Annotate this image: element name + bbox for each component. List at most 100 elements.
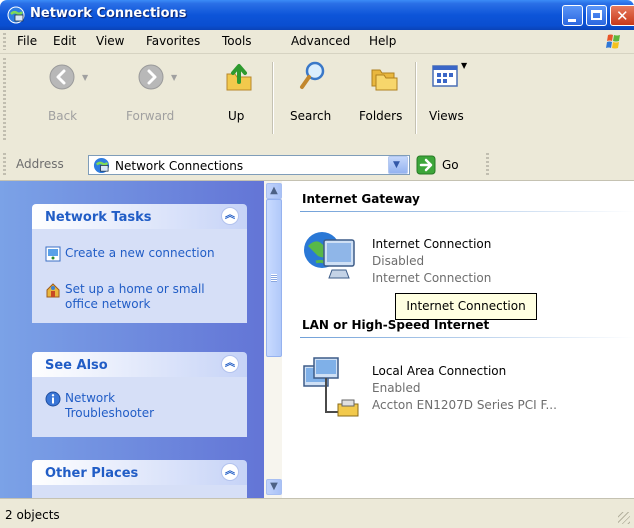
- see-also-header[interactable]: See Also ︽: [32, 352, 247, 377]
- address-dropdown-button[interactable]: ▼: [388, 156, 408, 174]
- network-connections-icon: [93, 157, 110, 174]
- network-connections-icon: [7, 6, 25, 24]
- task-create-connection-label: Create a new connection: [65, 246, 215, 260]
- back-label: Back: [48, 109, 78, 123]
- connection-name: Internet Connection: [372, 237, 492, 251]
- back-button[interactable]: ▼ Back: [48, 60, 110, 136]
- forward-label: Forward: [126, 109, 175, 123]
- task-create-connection[interactable]: Create a new connection: [45, 246, 235, 280]
- see-also-body: Network Troubleshooter: [32, 377, 247, 437]
- collapse-chevron-icon[interactable]: ︽: [221, 355, 239, 373]
- menu-favorites[interactable]: Favorites: [146, 34, 200, 48]
- window-title: Network Connections: [30, 6, 187, 21]
- address-value: Network Connections: [115, 159, 244, 173]
- back-dropdown-icon: ▼: [82, 73, 89, 82]
- info-icon: [45, 391, 61, 407]
- go-button[interactable]: Go: [416, 155, 478, 175]
- standard-toolbar: ▼ Back ▼ Forward Up Search Folders ▼ Vie…: [0, 54, 634, 149]
- menu-help[interactable]: Help: [369, 34, 396, 48]
- menu-tools[interactable]: Tools: [222, 34, 252, 48]
- network-tasks-title: Network Tasks: [45, 210, 152, 225]
- other-places-header[interactable]: Other Places ︽: [32, 460, 247, 485]
- network-tasks-header[interactable]: Network Tasks ︽: [32, 204, 247, 229]
- maximize-icon: [591, 10, 602, 20]
- folders-icon: [371, 69, 398, 91]
- other-places-title: Other Places: [45, 466, 139, 481]
- views-dropdown-icon: ▼: [461, 61, 468, 70]
- new-connection-icon: [45, 246, 61, 262]
- task-home-network[interactable]: Set up a home or small office network: [45, 282, 235, 316]
- chevron-down-icon: ▼: [393, 160, 400, 170]
- scrollbar-thumb[interactable]: [266, 199, 282, 357]
- group-header-internet-gateway: Internet Gateway: [302, 192, 420, 206]
- internet-gateway-icon: [304, 232, 355, 279]
- views-button[interactable]: ▼ Views: [425, 60, 483, 136]
- address-input[interactable]: Network Connections: [88, 155, 410, 175]
- toolbar-separator: [415, 62, 417, 134]
- connection-name: Local Area Connection: [372, 364, 507, 378]
- minimize-icon: [568, 19, 576, 22]
- chevron-up-icon: ▲: [270, 185, 278, 196]
- go-arrow-icon: [416, 155, 436, 175]
- menu-view[interactable]: View: [96, 34, 124, 48]
- views-label: Views: [429, 109, 464, 123]
- search-button[interactable]: Search: [288, 60, 338, 136]
- task-network-troubleshooter-label: Network Troubleshooter: [65, 391, 155, 420]
- folders-label: Folders: [359, 109, 403, 123]
- forward-arrow-icon: [138, 64, 164, 90]
- maximize-button[interactable]: [586, 5, 607, 26]
- windows-logo-icon: [600, 32, 628, 51]
- group-header-lan: LAN or High-Speed Internet: [302, 318, 490, 332]
- menu-edit[interactable]: Edit: [53, 34, 76, 48]
- address-label: Address: [16, 157, 64, 171]
- views-icon: [432, 65, 458, 87]
- forward-button[interactable]: ▼ Forward: [124, 60, 196, 136]
- addressbar-grip[interactable]: [3, 153, 6, 175]
- close-button[interactable]: ✕: [610, 5, 634, 26]
- tooltip: Internet Connection: [395, 293, 537, 320]
- up-label: Up: [228, 109, 245, 123]
- scroll-up-button[interactable]: ▲: [266, 183, 282, 199]
- chevron-down-icon: ▼: [270, 481, 278, 492]
- other-places-panel: Other Places ︽: [32, 460, 247, 498]
- scrollbar-grip-icon: [271, 274, 277, 282]
- up-folder-icon: [226, 64, 252, 91]
- up-button[interactable]: Up: [220, 60, 256, 136]
- addressbar-end-grip: [486, 153, 489, 175]
- menu-advanced[interactable]: Advanced: [291, 34, 350, 48]
- toolbar-grip[interactable]: [3, 58, 6, 142]
- menubar-grip[interactable]: [3, 33, 6, 50]
- see-also-panel: See Also ︽ Network Troubleshooter: [32, 352, 247, 437]
- connection-status: Disabled: [372, 254, 425, 268]
- see-also-title: See Also: [45, 358, 108, 373]
- search-label: Search: [290, 109, 332, 123]
- scroll-down-button[interactable]: ▼: [266, 479, 282, 495]
- collapse-chevron-icon[interactable]: ︽: [221, 207, 239, 225]
- network-tasks-panel: Network Tasks ︽ Create a new connection …: [32, 204, 247, 323]
- connection-status: Enabled: [372, 381, 421, 395]
- connection-detail: Internet Connection: [372, 271, 492, 285]
- task-network-troubleshooter[interactable]: Network Troubleshooter: [45, 391, 235, 425]
- connection-item-lan[interactable]: Local Area Connection Enabled Accton EN1…: [302, 354, 602, 420]
- menu-file[interactable]: File: [17, 34, 37, 48]
- forward-dropdown-icon: ▼: [171, 73, 178, 82]
- other-places-body: [32, 485, 247, 498]
- close-icon: ✕: [616, 7, 629, 25]
- search-icon: [300, 61, 325, 89]
- home-network-icon: [46, 283, 60, 298]
- back-arrow-icon: [49, 64, 75, 90]
- collapse-chevron-icon[interactable]: ︽: [221, 463, 239, 481]
- minimize-button[interactable]: [562, 5, 583, 26]
- group-divider: [300, 337, 634, 338]
- connection-item-internet[interactable]: Internet Connection Disabled Internet Co…: [302, 226, 562, 292]
- lan-connection-icon: [303, 357, 359, 417]
- menu-bar: File Edit View Favorites Tools Advanced …: [0, 30, 634, 54]
- status-bar: [0, 498, 634, 528]
- folders-button[interactable]: Folders: [356, 60, 410, 136]
- go-label: Go: [442, 158, 459, 172]
- resize-grip-icon[interactable]: [618, 512, 630, 524]
- toolbar-separator: [272, 62, 274, 134]
- status-text: 2 objects: [5, 508, 60, 522]
- connection-detail: Accton EN1207D Series PCI F...: [372, 398, 557, 412]
- task-home-network-label: Set up a home or small office network: [65, 282, 205, 311]
